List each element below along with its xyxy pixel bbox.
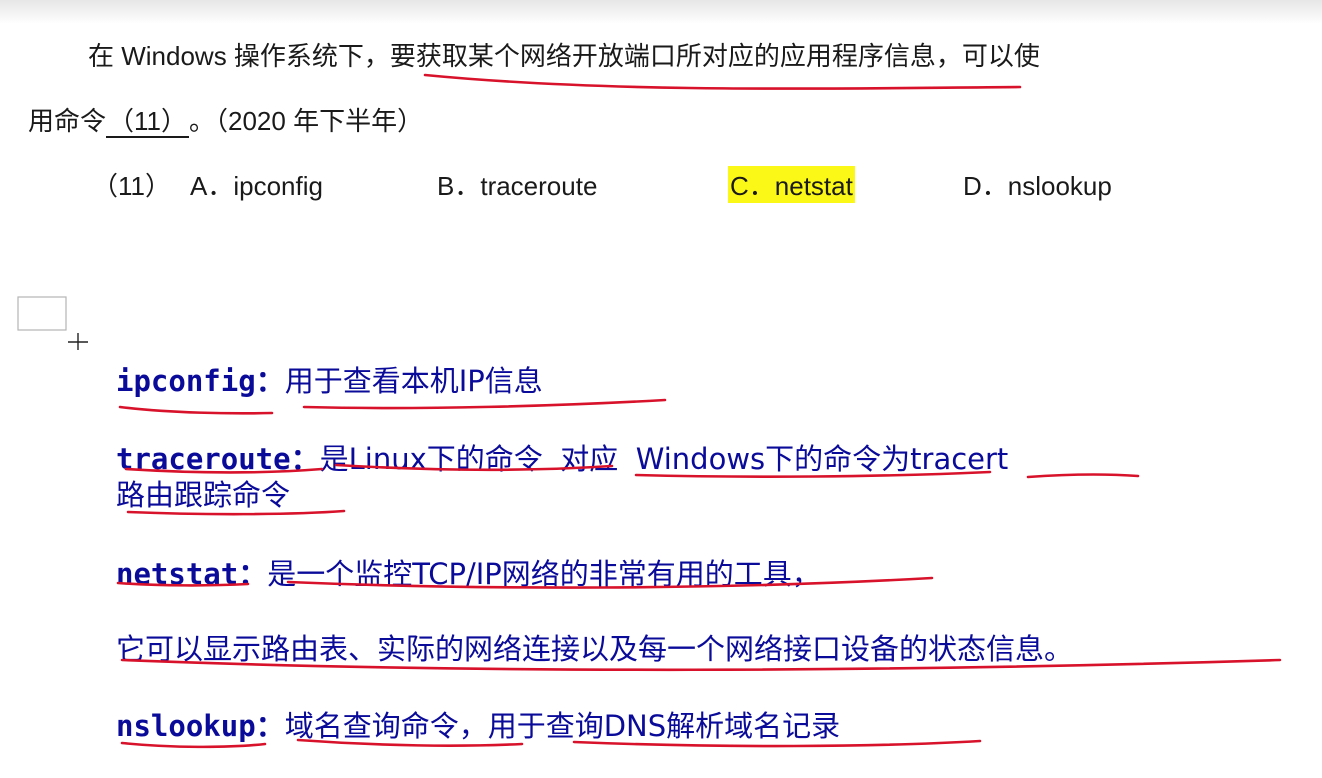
underline-tracert xyxy=(1026,473,1140,479)
underline-traceroute-desc2 xyxy=(126,509,346,516)
underline-netstat-term xyxy=(116,581,250,587)
underline-netstat-desc xyxy=(286,576,934,589)
underline-netstat-desc2 xyxy=(120,658,1282,672)
pen-annotations xyxy=(17,73,1282,749)
underline-nslookup-desc1 xyxy=(296,738,524,747)
underline-traceroute-linux xyxy=(334,463,614,471)
crosshair-cursor-icon xyxy=(68,333,88,350)
underline-ipconfig-desc xyxy=(302,398,667,410)
underline-question xyxy=(423,73,1022,90)
underline-traceroute-term xyxy=(124,467,324,474)
selection-box xyxy=(17,296,67,331)
underline-nslookup-desc2 xyxy=(572,739,982,748)
underline-nslookup-term xyxy=(120,741,267,749)
underline-ipconfig-term xyxy=(118,405,274,415)
underline-traceroute-windows xyxy=(634,470,992,478)
